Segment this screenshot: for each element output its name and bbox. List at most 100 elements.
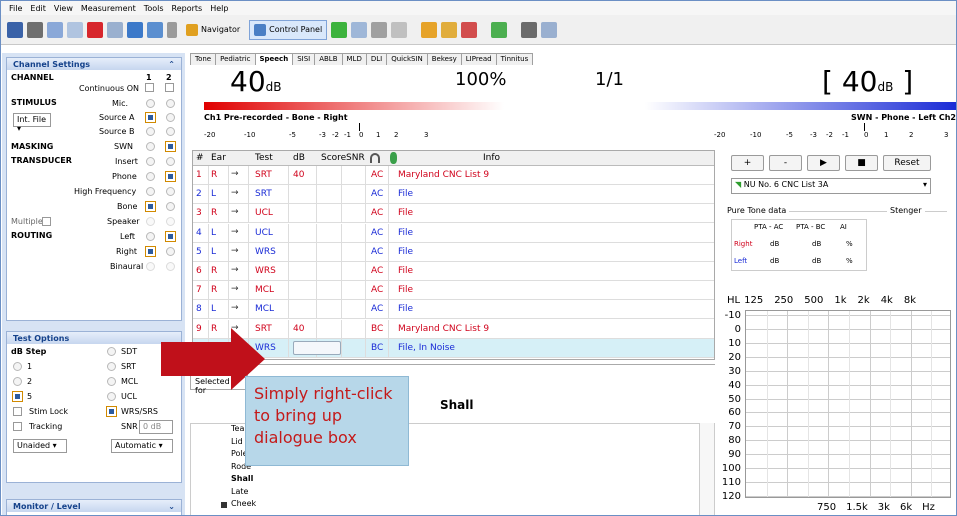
- tracking-checkbox[interactable]: [13, 422, 22, 431]
- tab-bekesy[interactable]: Bekesy: [426, 53, 462, 65]
- tab-tinnitus[interactable]: Tinnitus: [495, 53, 534, 65]
- db-edit-field[interactable]: [293, 340, 341, 355]
- expand-icon[interactable]: ⌄: [168, 502, 175, 511]
- ch2-balance-scale[interactable]: -20 -10 -5 -3 -2 -1 0 1 2 3: [714, 123, 954, 143]
- stim-lock-checkbox[interactable]: [13, 407, 22, 416]
- person-icon[interactable]: [521, 21, 538, 38]
- collapse-icon[interactable]: ⌃: [168, 60, 175, 69]
- speaker-ch1-radio[interactable]: [146, 217, 155, 226]
- navigator-button[interactable]: Navigator: [181, 20, 245, 40]
- test-options-header[interactable]: Test Options: [7, 332, 181, 344]
- table-row[interactable]: 6 R WRS AC File →: [193, 262, 714, 281]
- tab-pediatric[interactable]: Pediatric: [215, 53, 256, 65]
- menu-view[interactable]: View: [50, 4, 77, 13]
- swn-ch2-radio[interactable]: [165, 141, 176, 152]
- speaker-icon[interactable]: [461, 21, 478, 38]
- tab-sisi[interactable]: SISI: [292, 53, 316, 65]
- source-b-ch1-radio[interactable]: [146, 127, 155, 136]
- menu-tools[interactable]: Tools: [140, 4, 168, 13]
- play-row-icon[interactable]: →: [231, 265, 239, 275]
- tab-speech[interactable]: Speech: [254, 53, 294, 65]
- tab-lipread[interactable]: LIPread: [460, 53, 497, 65]
- table-row[interactable]: 1 R SRT 40 AC Maryland CNC List 9 →: [193, 166, 714, 185]
- table-row[interactable]: 5 L WRS AC File →: [193, 242, 714, 262]
- source-b-ch2-radio[interactable]: [166, 127, 175, 136]
- tab-dli[interactable]: DLI: [365, 53, 388, 65]
- mcl-radio[interactable]: [107, 377, 116, 386]
- tab-tone[interactable]: Tone: [190, 53, 217, 65]
- snr-input[interactable]: 0 dB: [139, 420, 173, 434]
- col-snr-header[interactable]: SNR: [346, 153, 365, 163]
- word-list-scrollbar[interactable]: [699, 423, 714, 515]
- scale-marker[interactable]: [359, 123, 360, 131]
- headphones-icon[interactable]: [421, 21, 438, 38]
- srt-radio[interactable]: [107, 362, 116, 371]
- monitor-level-header[interactable]: Monitor / Level ⌄: [7, 500, 181, 512]
- play-row-icon[interactable]: →: [231, 188, 239, 198]
- word-item[interactable]: Lid: [231, 437, 243, 446]
- col-info-header[interactable]: Info: [483, 153, 500, 163]
- reset-button[interactable]: Reset: [883, 155, 931, 171]
- routing-left-ch2-radio[interactable]: [165, 231, 176, 242]
- step-1-radio[interactable]: [13, 362, 22, 371]
- phone-ch1-radio[interactable]: [146, 172, 155, 181]
- audiogram-grid[interactable]: [745, 310, 951, 498]
- col-db-header[interactable]: dB: [293, 153, 305, 163]
- session-icon[interactable]: [107, 21, 123, 38]
- bone-conductor-icon[interactable]: [441, 21, 458, 38]
- ucl-radio[interactable]: [107, 392, 116, 401]
- binaural-ch1-radio[interactable]: [146, 262, 155, 271]
- menu-reports[interactable]: Reports: [168, 4, 207, 13]
- col-score-header[interactable]: Score: [321, 153, 346, 163]
- speaker-ch2-radio[interactable]: [166, 217, 175, 226]
- ch1-balance-scale[interactable]: -20 -10 -5 -3 -2 -1 0 1 2 3: [204, 123, 504, 143]
- table-row[interactable]: 3 R UCL AC File →: [193, 204, 714, 224]
- play-row-icon[interactable]: →: [231, 227, 239, 237]
- col-number-header[interactable]: #: [196, 153, 204, 163]
- tab-quicksin[interactable]: QuickSIN: [386, 53, 428, 65]
- bars-icon[interactable]: [331, 21, 348, 38]
- continuous-on-ch1-checkbox[interactable]: [145, 83, 154, 92]
- word-item[interactable]: Late: [231, 487, 248, 496]
- menu-help[interactable]: Help: [206, 4, 232, 13]
- chart-icon[interactable]: [371, 21, 388, 38]
- col-test-header[interactable]: Test: [255, 153, 273, 163]
- table-row[interactable]: 4 L UCL AC File →: [193, 223, 714, 243]
- bone-ch2-radio[interactable]: [166, 202, 175, 211]
- mic-ch1-radio[interactable]: [146, 99, 155, 108]
- sdt-radio[interactable]: [107, 347, 116, 356]
- word-item[interactable]: Shall: [231, 474, 253, 483]
- high-frequency-ch2-radio[interactable]: [166, 187, 175, 196]
- scale-marker[interactable]: [864, 123, 865, 131]
- play-row-icon[interactable]: →: [231, 303, 239, 313]
- continuous-on-ch2-checkbox[interactable]: [165, 83, 174, 92]
- stop-button[interactable]: ■: [845, 155, 878, 171]
- routing-right-ch2-radio[interactable]: [166, 247, 175, 256]
- play-row-icon[interactable]: →: [231, 207, 239, 217]
- word-list-select[interactable]: ◥ NU No. 6 CNC List 3A ▾: [731, 178, 931, 194]
- routing-left-ch1-radio[interactable]: [146, 232, 155, 241]
- table-row[interactable]: WRSBCFile, In Noise→: [193, 338, 714, 358]
- undo-icon[interactable]: [47, 21, 63, 38]
- export-icon[interactable]: [491, 21, 508, 38]
- play-row-icon[interactable]: →: [231, 169, 239, 179]
- word-item[interactable]: Cheek: [231, 499, 256, 508]
- table-row[interactable]: 8 L MCL AC File →: [193, 300, 714, 320]
- help-icon[interactable]: [167, 21, 177, 38]
- bone-ch1-radio[interactable]: [145, 201, 156, 212]
- display-icon[interactable]: [147, 21, 163, 38]
- swn-ch1-radio[interactable]: [146, 142, 155, 151]
- table-row[interactable]: 7 R MCL AC File →: [193, 281, 714, 301]
- col-ear-header[interactable]: Ear: [211, 153, 226, 163]
- step-5-radio[interactable]: [12, 391, 23, 402]
- menu-file[interactable]: File: [5, 4, 26, 13]
- step-2-radio[interactable]: [13, 377, 22, 386]
- patient-icon[interactable]: [87, 21, 103, 38]
- tab-mld[interactable]: MLD: [341, 53, 367, 65]
- redo-icon[interactable]: [67, 21, 83, 38]
- play-button[interactable]: ▶: [807, 155, 840, 171]
- increase-button[interactable]: +: [731, 155, 764, 171]
- edit-icon[interactable]: [391, 21, 408, 38]
- print-icon[interactable]: [27, 21, 43, 38]
- insert-ch1-radio[interactable]: [146, 157, 155, 166]
